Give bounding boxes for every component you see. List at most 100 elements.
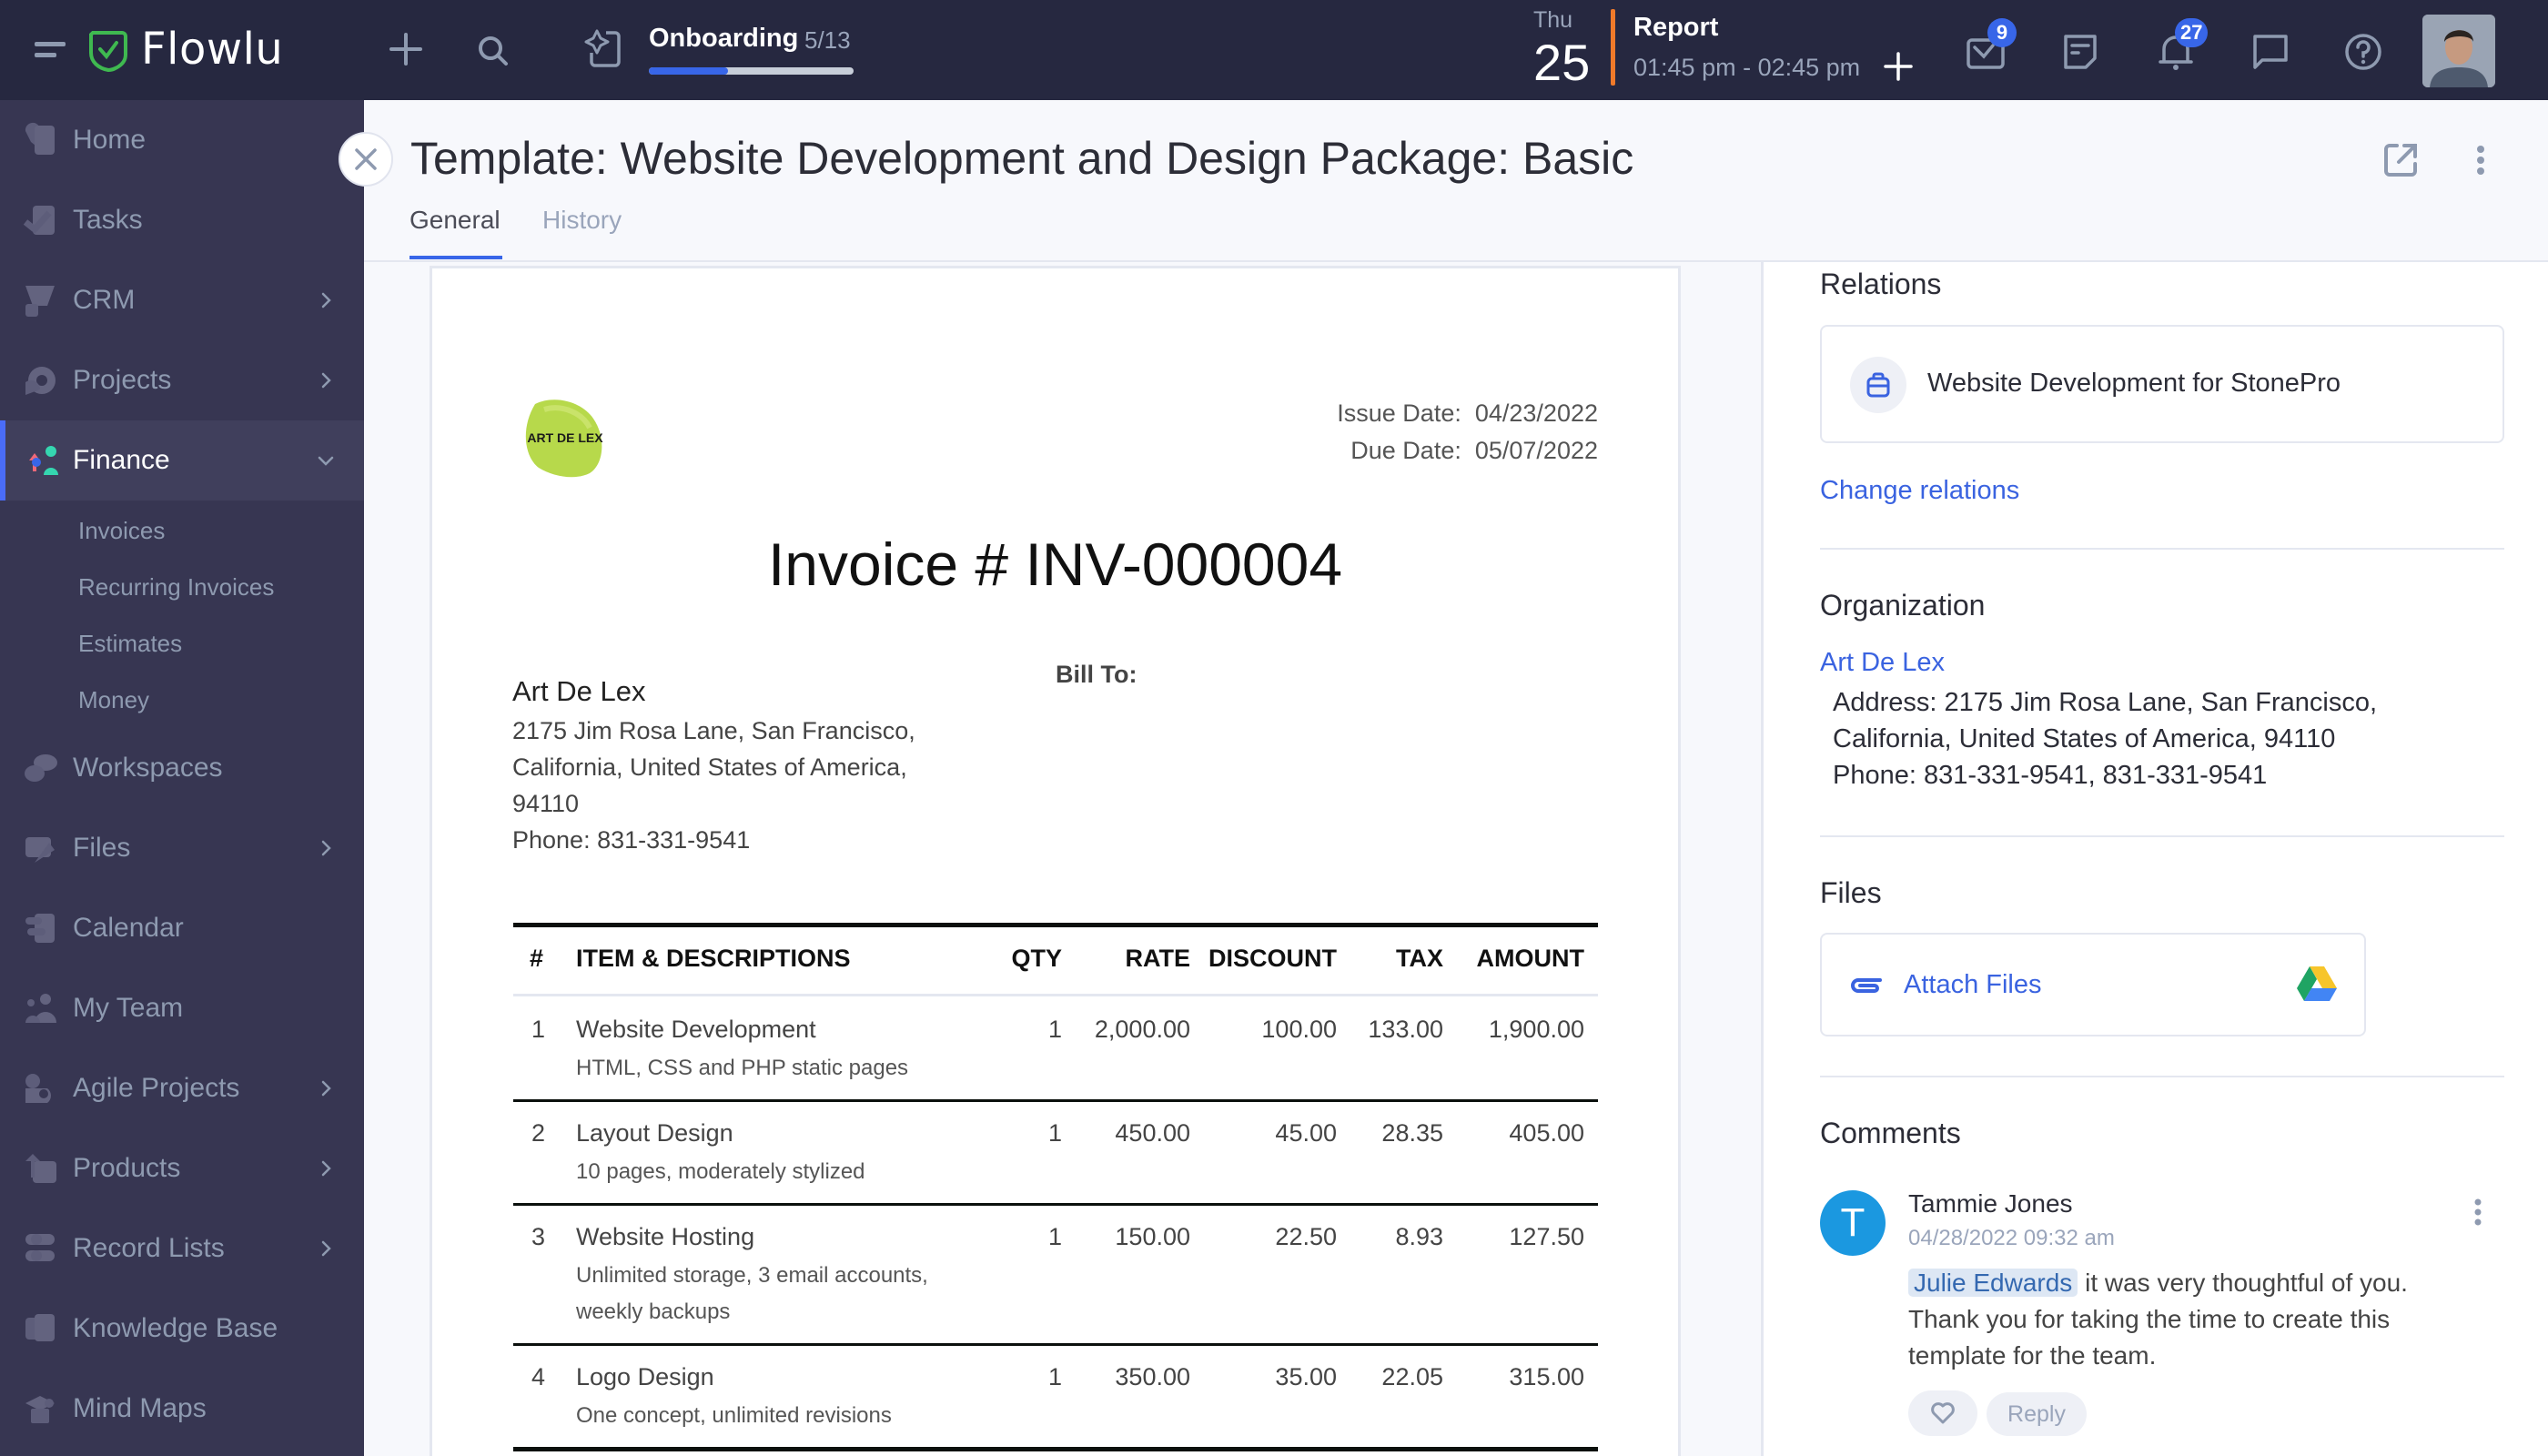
menu-toggle-icon[interactable] — [35, 42, 66, 60]
flowlu-logo-icon — [89, 31, 127, 73]
row-divider — [513, 1099, 1598, 1102]
sidebar-item-agile-projects[interactable]: Agile Projects — [0, 1048, 364, 1128]
cell-item: Website Development — [576, 1016, 816, 1043]
onboarding-icon[interactable] — [582, 27, 624, 69]
section-divider — [1820, 835, 2504, 837]
cell-num: 2 — [531, 1119, 546, 1147]
crm-icon — [25, 286, 55, 317]
issue-date-label: Issue Date: — [1337, 399, 1461, 427]
sidebar-item-workspaces[interactable]: Workspaces — [0, 728, 364, 808]
mail-button[interactable]: 9 — [1964, 18, 2017, 75]
chevron-right-icon[interactable] — [317, 1159, 335, 1178]
add-event-icon[interactable] — [1882, 50, 1915, 83]
close-icon — [355, 148, 377, 170]
sidebar-item-tasks[interactable]: Tasks — [0, 180, 364, 260]
comment-more-icon[interactable] — [2472, 1197, 2483, 1228]
workspaces-icon — [25, 754, 57, 782]
tasks-icon — [23, 206, 55, 235]
heart-icon — [1931, 1402, 1955, 1424]
from-address-line: 2175 Jim Rosa Lane, San Francisco, — [512, 717, 915, 744]
comment-mention[interactable]: Julie Edwards — [1908, 1269, 2078, 1297]
sidebar-item-label: Tasks — [73, 205, 143, 235]
close-panel-button[interactable] — [339, 132, 393, 187]
cell-description: One concept, unlimited revisions — [576, 1403, 892, 1428]
cell-amount: 405.00 — [1509, 1119, 1584, 1147]
attach-files-box — [1820, 933, 2366, 1036]
chevron-right-icon[interactable] — [317, 291, 335, 309]
onboarding-label[interactable]: Onboarding — [649, 24, 798, 54]
change-relations-link[interactable]: Change relations — [1820, 476, 2019, 506]
comment-author[interactable]: Tammie Jones — [1908, 1189, 2073, 1218]
help-icon[interactable] — [2341, 29, 2386, 75]
section-divider — [1820, 548, 2504, 550]
relations-title: Relations — [1820, 268, 1942, 300]
cell-description: HTML, CSS and PHP static pages — [576, 1056, 909, 1080]
header-row-divider — [513, 994, 1598, 996]
sidebar-subitem-estimates[interactable]: Estimates — [78, 630, 182, 658]
chevron-right-icon[interactable] — [317, 1239, 335, 1258]
chevron-right-icon[interactable] — [317, 371, 335, 389]
like-button[interactable] — [1908, 1390, 1977, 1436]
create-plus-icon[interactable] — [388, 31, 424, 67]
google-drive-icon[interactable] — [2296, 965, 2338, 1003]
sidebar-item-knowledge-base[interactable]: Knowledge Base — [0, 1289, 364, 1369]
tab-history[interactable]: History — [542, 206, 622, 235]
sidebar-item-crm[interactable]: CRM — [0, 260, 364, 340]
sidebar-item-my-team[interactable]: My Team — [0, 968, 364, 1048]
cell-description: Unlimited storage, 3 email accounts, — [576, 1263, 928, 1288]
sidebar-item-finance[interactable]: Finance — [0, 420, 364, 500]
mail-badge: 9 — [1987, 18, 2017, 47]
comment-author-avatar[interactable]: T — [1820, 1190, 1886, 1256]
search-icon[interactable] — [475, 33, 511, 69]
sidebar-subitem-invoices[interactable]: Invoices — [78, 517, 165, 545]
calendar-icon — [25, 914, 55, 943]
record-lists-icon — [25, 1234, 55, 1261]
sidebar-item-projects[interactable]: Projects — [0, 340, 364, 420]
sidebar-item-products[interactable]: Products — [0, 1128, 364, 1208]
sidebar-item-label: Knowledge Base — [73, 1313, 278, 1343]
team-icon — [25, 994, 56, 1023]
company-logo: ART DE LEX — [525, 399, 603, 478]
cell-description: 10 pages, moderately stylized — [576, 1159, 865, 1184]
more-options-icon[interactable] — [2472, 142, 2490, 178]
sidebar: Home Tasks CRM Projects Finance Workspaces Fil… — [0, 100, 364, 1456]
sidebar-item-label: My Team — [73, 993, 184, 1023]
calendar-date: 25 — [1533, 34, 1591, 91]
user-avatar[interactable] — [2422, 15, 2495, 87]
chevron-right-icon[interactable] — [317, 839, 335, 857]
sidebar-item-label: Calendar — [73, 913, 184, 943]
sidebar-item-label: Mind Maps — [73, 1393, 207, 1423]
chevron-down-icon[interactable] — [317, 451, 335, 470]
sidebar-item-calendar[interactable]: Calendar — [0, 888, 364, 968]
comment-text: Julie Edwards it was very thoughtful of … — [1908, 1265, 2472, 1374]
notifications-badge: 27 — [2175, 18, 2209, 47]
notifications-button[interactable]: 27 — [2153, 18, 2209, 75]
onboarding-count: 5/13 — [804, 26, 851, 54]
organization-link[interactable]: Art De Lex — [1820, 648, 1945, 678]
relation-name[interactable]: Website Development for StonePro — [1927, 369, 2341, 399]
cell-num: 3 — [531, 1223, 546, 1250]
row-divider — [513, 1343, 1598, 1346]
event-title[interactable]: Report — [1633, 13, 1718, 43]
knowledge-base-icon — [25, 1314, 55, 1341]
from-phone: Phone: 831-331-9541 — [512, 826, 751, 854]
tab-general[interactable]: General — [410, 206, 500, 235]
sidebar-subitem-money[interactable]: Money — [78, 686, 149, 714]
reply-button[interactable]: Reply — [1987, 1392, 2087, 1436]
invoice-dates: Issue Date: 04/23/2022 Due Date: 05/07/2… — [1337, 395, 1598, 470]
app-name[interactable]: Flowlu — [141, 24, 283, 75]
user-photo — [2422, 15, 2495, 87]
paperclip-icon[interactable] — [1847, 972, 1884, 999]
sidebar-item-files[interactable]: Files — [0, 808, 364, 888]
sidebar-item-record-lists[interactable]: Record Lists — [0, 1208, 364, 1289]
attach-files-button[interactable]: Attach Files — [1904, 970, 2042, 1000]
sidebar-subitem-recurring-invoices[interactable]: Recurring Invoices — [78, 573, 274, 602]
event-indicator — [1611, 9, 1615, 86]
chevron-right-icon[interactable] — [317, 1079, 335, 1097]
notes-icon[interactable] — [2058, 29, 2104, 75]
sidebar-item-home[interactable]: Home — [0, 100, 364, 180]
open-external-icon[interactable] — [2382, 142, 2419, 178]
calendar-weekday: Thu — [1533, 7, 1573, 33]
chat-icon[interactable] — [2248, 29, 2293, 75]
sidebar-item-mind-maps[interactable]: Mind Maps — [0, 1369, 364, 1449]
